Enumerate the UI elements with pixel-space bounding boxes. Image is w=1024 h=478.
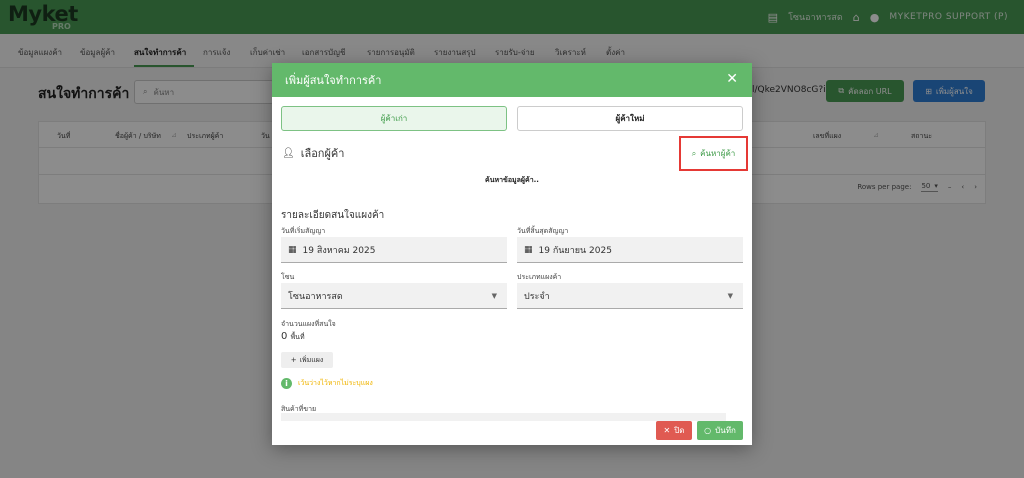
new-merchant-button[interactable]: ผู้ค้าใหม่ xyxy=(517,106,743,131)
zone-select[interactable]: โซนอาหารสด ▼ xyxy=(281,283,507,309)
info-text: เว้นว่างไว้หากไม่ระบุแผง xyxy=(298,379,373,387)
search-merchant-label: ค้นหาผู้ค้า xyxy=(700,149,736,158)
calendar-icon: ▦ xyxy=(288,244,297,255)
calendar-icon: ▦ xyxy=(524,244,533,255)
start-date-field[interactable]: ▦ 19 สิงหาคม 2025 xyxy=(281,237,507,263)
save-label: บันทึก xyxy=(715,426,736,435)
zone-value: โซนอาหารสด xyxy=(288,291,343,302)
person-icon: 👤︎ xyxy=(282,147,295,159)
save-icon: ○ xyxy=(704,426,712,435)
stall-count-value: 0 xyxy=(281,331,288,342)
close-icon[interactable]: ✕ xyxy=(726,72,738,86)
add-stall-button[interactable]: + เพิ่มแผง xyxy=(281,352,333,368)
close-label: ปิด xyxy=(674,426,685,435)
products-input[interactable] xyxy=(281,413,726,421)
save-button[interactable]: ○ บันทึก xyxy=(697,421,743,440)
stall-type-value: ประจำ xyxy=(524,291,550,302)
close-icon: ✕ xyxy=(663,426,671,435)
stall-type-select[interactable]: ประจำ ▼ xyxy=(517,283,743,309)
stall-count-unit: พื้นที่ xyxy=(290,333,305,341)
end-date-field[interactable]: ▦ 19 กันยายน 2025 xyxy=(517,237,743,263)
stall-count: 0 พื้นที่ xyxy=(281,331,305,343)
search-icon: ⌕ xyxy=(691,148,697,158)
select-merchant-heading: 👤︎ เลือกผู้ค้า xyxy=(282,144,344,162)
add-interested-dialog: เพิ่มผู้สนใจทำการค้า ✕ ผู้ค้าเก่า ผู้ค้า… xyxy=(272,63,752,445)
chevron-down-icon: ▼ xyxy=(727,292,733,300)
dialog-title: เพิ่มผู้สนใจทำการค้า xyxy=(285,74,382,87)
select-merchant-label: เลือกผู้ค้า xyxy=(300,147,345,160)
info-icon: i xyxy=(281,378,292,389)
plus-icon: + xyxy=(290,356,297,364)
stall-type-label: ประเภทแผงค้า xyxy=(517,273,562,281)
zone-label: โซน xyxy=(281,273,295,281)
detail-section-title: รายละเอียดสนใจแผงค้า xyxy=(281,210,385,221)
end-date-value: 19 กันยายน 2025 xyxy=(538,245,612,256)
chevron-down-icon: ▼ xyxy=(491,292,497,300)
dialog-header: เพิ่มผู้สนใจทำการค้า xyxy=(272,63,752,97)
existing-merchant-button[interactable]: ผู้ค้าเก่า xyxy=(281,106,507,131)
search-merchant-button[interactable]: ⌕ ค้นหาผู้ค้า xyxy=(679,136,748,171)
end-date-label: วันที่สิ้นสุดสัญญา xyxy=(517,227,569,235)
start-date-value: 19 สิงหาคม 2025 xyxy=(302,245,376,256)
stall-info-note: i เว้นว่างไว้หากไม่ระบุแผง xyxy=(281,378,373,389)
stall-count-label: จำนวนแผงที่สนใจ xyxy=(281,320,336,328)
search-hint: ค้นหาข้อมูลผู้ค้า.. xyxy=(485,176,539,184)
start-date-label: วันที่เริ่มสัญญา xyxy=(281,227,326,235)
close-button[interactable]: ✕ ปิด xyxy=(656,421,692,440)
add-stall-label: เพิ่มแผง xyxy=(299,355,324,364)
